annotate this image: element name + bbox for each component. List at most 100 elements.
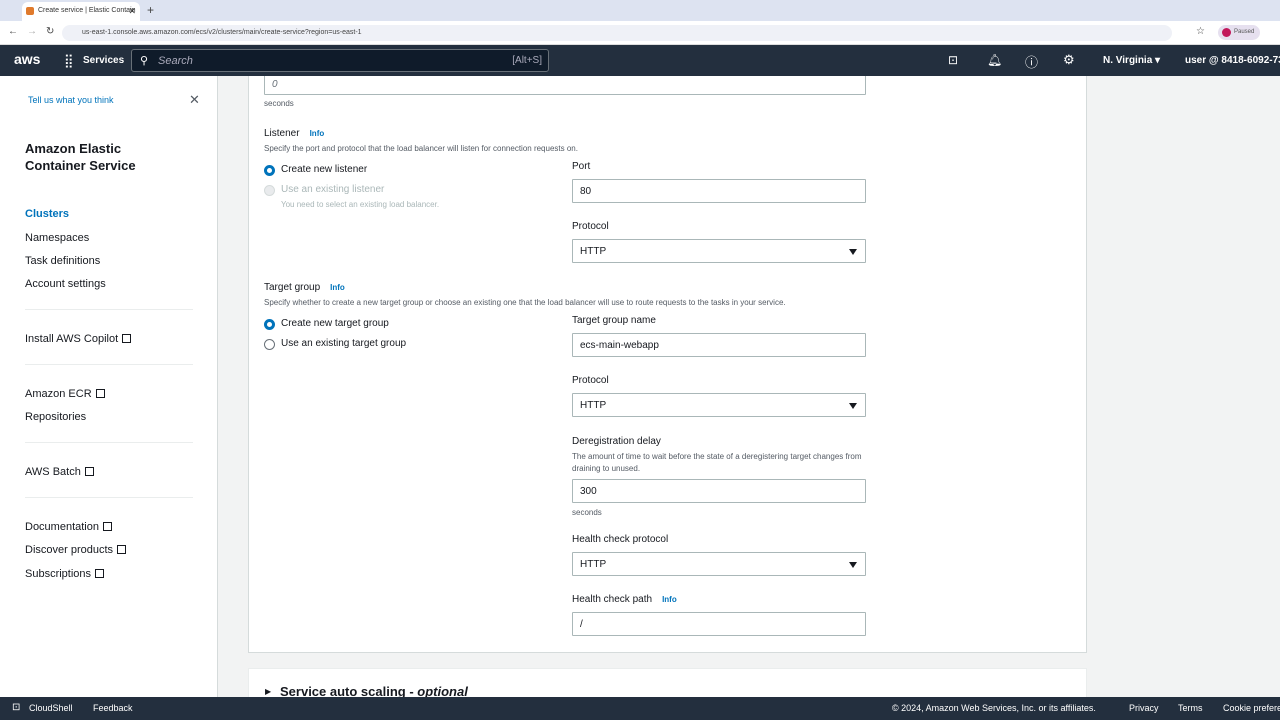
target-group-heading: Target group Info — [264, 282, 345, 293]
unit-label: seconds — [264, 99, 294, 108]
item-label: Subscriptions — [25, 568, 92, 580]
sidebar-item-documentation[interactable]: Documentation — [25, 521, 112, 533]
back-icon[interactable]: ← — [8, 26, 18, 37]
listener-heading: Listener Info — [264, 128, 324, 139]
target-group-name-input[interactable]: ecs-main-webapp — [572, 333, 866, 357]
close-tab-icon[interactable]: ✕ — [128, 6, 136, 17]
feedback-link[interactable]: Tell us what you think — [28, 95, 114, 105]
browser-tab-bar: Create service | Elastic Contain ✕ + — [0, 0, 1280, 21]
info-link[interactable]: Info — [662, 595, 677, 604]
account-menu[interactable]: user @ 8418-6092-73 — [1185, 55, 1280, 66]
privacy-link[interactable]: Privacy — [1129, 703, 1159, 713]
help-icon[interactable]: ⓘ — [1025, 52, 1038, 71]
search-placeholder: Search — [158, 55, 193, 67]
search-input[interactable]: ⚲ Search [Alt+S] — [131, 49, 549, 72]
tab-title: Create service | Elastic Contain — [38, 7, 136, 14]
deregistration-delay-description: The amount of time to wait before the st… — [572, 452, 862, 473]
sidebar-item-namespaces[interactable]: Namespaces — [25, 232, 89, 244]
item-label: Install AWS Copilot — [25, 333, 119, 345]
gear-icon[interactable]: ⚙ — [1063, 52, 1075, 68]
cloudshell-link[interactable]: CloudShell — [29, 703, 73, 713]
info-link[interactable]: Info — [330, 283, 345, 292]
target-group-name-label: Target group name — [572, 315, 656, 326]
forward-icon[interactable]: → — [27, 26, 37, 37]
radio-existing-target-group[interactable] — [264, 339, 275, 350]
reload-icon[interactable]: ↻ — [46, 26, 54, 37]
select-value: HTTP — [580, 559, 607, 570]
target-group-description: Specify whether to create a new target g… — [264, 298, 786, 307]
external-link-icon — [84, 467, 94, 476]
divider — [25, 364, 193, 365]
sidebar-title: Amazon Elastic Container Service — [25, 141, 136, 173]
footer: ⊡ CloudShell Feedback © 2024, Amazon Web… — [0, 697, 1280, 720]
item-label: Discover products — [25, 544, 114, 556]
feedback-link[interactable]: Feedback — [93, 703, 133, 713]
sidebar-item-repositories[interactable]: Repositories — [25, 411, 86, 423]
cloudshell-icon: ⊡ — [12, 702, 21, 713]
title-text: Service auto scaling - — [280, 684, 418, 697]
address-bar-row: ← → ↻ us-east-1.console.aws.amazon.com/e… — [0, 21, 1280, 45]
sidebar-item-clusters[interactable]: Clusters — [25, 208, 69, 220]
external-link-icon — [117, 545, 127, 554]
services-grid-icon[interactable]: ⣿ — [64, 53, 74, 69]
select-value: HTTP — [580, 400, 607, 411]
profile-label: Paused — [1234, 29, 1255, 35]
info-link[interactable]: Info — [310, 129, 325, 138]
listener-protocol-select[interactable]: HTTP — [572, 239, 866, 263]
load-balancing-panel: 0 seconds Listener Info Specify the port … — [248, 76, 1087, 653]
terms-link[interactable]: Terms — [1178, 703, 1203, 713]
sidebar-item-account-settings[interactable]: Account settings — [25, 278, 106, 290]
external-link-icon — [95, 569, 105, 578]
sidebar-item-task-definitions[interactable]: Task definitions — [25, 255, 100, 267]
listener-title: Listener — [264, 128, 300, 139]
avatar — [1222, 28, 1231, 37]
protocol-label: Protocol — [572, 375, 609, 386]
deregistration-delay-input[interactable]: 300 — [572, 479, 866, 503]
sidebar: Tell us what you think ✕ Amazon Elastic … — [0, 76, 218, 697]
copyright: © 2024, Amazon Web Services, Inc. or its… — [892, 703, 1096, 713]
radio-existing-listener[interactable] — [264, 185, 275, 196]
sidebar-item-subscriptions[interactable]: Subscriptions — [25, 568, 105, 580]
profile-button[interactable]: Paused — [1218, 25, 1260, 40]
sidebar-item-discover-products[interactable]: Discover products — [25, 544, 127, 556]
aws-logo[interactable]: aws — [14, 51, 40, 67]
sidebar-item-batch[interactable]: AWS Batch — [25, 466, 94, 478]
target-group-protocol-select[interactable]: HTTP — [572, 393, 866, 417]
deregistration-delay-label: Deregistration delay — [572, 436, 661, 447]
region-selector[interactable]: N. Virginia ▾ — [1103, 55, 1160, 66]
sidebar-item-install-copilot[interactable]: Install AWS Copilot — [25, 333, 132, 345]
services-menu[interactable]: Services — [83, 55, 124, 66]
radio-label: Create new target group — [281, 318, 389, 329]
url-input[interactable]: us-east-1.console.aws.amazon.com/ecs/v2/… — [62, 25, 1172, 41]
sidebar-item-ecr[interactable]: Amazon ECR — [25, 388, 105, 400]
region-label: N. Virginia — [1103, 55, 1153, 66]
new-tab-icon[interactable]: + — [147, 3, 154, 17]
divider — [25, 497, 193, 498]
bell-icon[interactable]: 🔔︎ — [987, 53, 1002, 67]
service-auto-scaling-section[interactable]: ▶ Service auto scaling - optional — [248, 668, 1087, 697]
select-value: HTTP — [580, 246, 607, 257]
protocol-label: Protocol — [572, 221, 609, 232]
health-check-path-heading: Health check path Info — [572, 594, 677, 605]
radio-hint: You need to select an existing load bala… — [281, 200, 440, 209]
external-link-icon — [103, 522, 112, 531]
item-label: AWS Batch — [25, 466, 81, 478]
browser-tab[interactable]: Create service | Elastic Contain ✕ — [22, 2, 140, 21]
cookie-preferences-link[interactable]: Cookie preferences — [1223, 703, 1280, 713]
aws-top-nav: aws ⣿ Services ⚲ Search [Alt+S] ⊡ 🔔︎ ⓘ ⚙ N… — [0, 45, 1280, 76]
health-check-path-label: Health check path — [572, 594, 653, 605]
timeout-input[interactable]: 0 — [264, 76, 866, 95]
health-check-protocol-select[interactable]: HTTP — [572, 552, 866, 576]
health-check-path-input[interactable]: / — [572, 612, 866, 636]
radio-label: Use an existing listener — [281, 184, 385, 195]
external-link-icon — [95, 389, 105, 398]
close-icon[interactable]: ✕ — [189, 92, 200, 108]
listener-description: Specify the port and protocol that the l… — [264, 144, 578, 153]
bookmark-star-icon[interactable]: ☆ — [1196, 26, 1205, 37]
cloudshell-icon[interactable]: ⊡ — [948, 53, 958, 67]
radio-create-new-listener[interactable] — [264, 165, 275, 176]
radio-create-new-target-group[interactable] — [264, 319, 275, 330]
port-input[interactable]: 80 — [572, 179, 866, 203]
optional-label: optional — [417, 684, 468, 697]
unit-label: seconds — [572, 508, 602, 517]
